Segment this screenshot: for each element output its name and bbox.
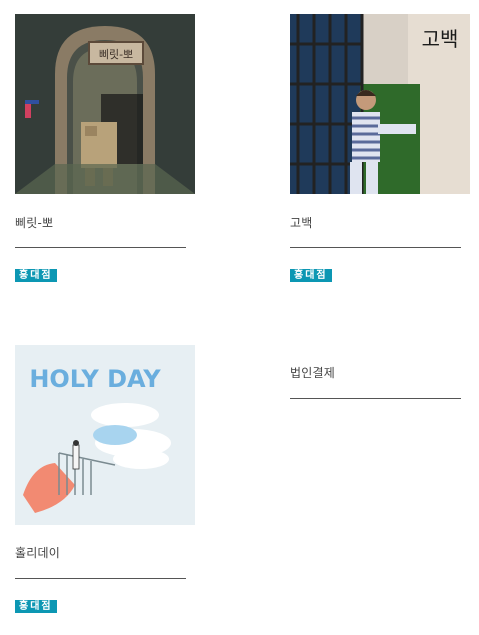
title-divider	[290, 398, 461, 399]
cover-text-holiday: HOLY DAY	[29, 365, 161, 393]
cover-text-pirit-ppo: 삐릿-뽀	[99, 48, 133, 61]
title-divider	[15, 247, 186, 248]
product-image-gobaek[interactable]: 고백	[290, 14, 470, 194]
product-title[interactable]: 삐릿-뽀	[15, 214, 53, 231]
product-card-holiday: HOLY DAY 홀리데이 홍대점	[15, 345, 195, 613]
title-divider	[15, 578, 186, 579]
title-divider	[290, 247, 461, 248]
store-badge[interactable]: 홍대점	[15, 600, 57, 613]
product-card-gobaek: 고백 고백 홍대점	[290, 14, 470, 282]
store-badge[interactable]: 홍대점	[290, 269, 332, 282]
store-badge[interactable]: 홍대점	[15, 269, 57, 282]
product-title[interactable]: 홀리데이	[15, 544, 60, 561]
product-title[interactable]: 법인결제	[290, 364, 335, 381]
cover-text-gobaek: 고백	[422, 27, 459, 51]
product-image-pirit-ppo[interactable]: 삐릿-뽀	[15, 14, 195, 194]
product-image-holiday[interactable]: HOLY DAY	[15, 345, 195, 525]
product-title[interactable]: 고백	[290, 214, 312, 231]
product-card-pirit-ppo: 삐릿-뽀 삐릿-뽀 홍대점	[15, 14, 195, 282]
